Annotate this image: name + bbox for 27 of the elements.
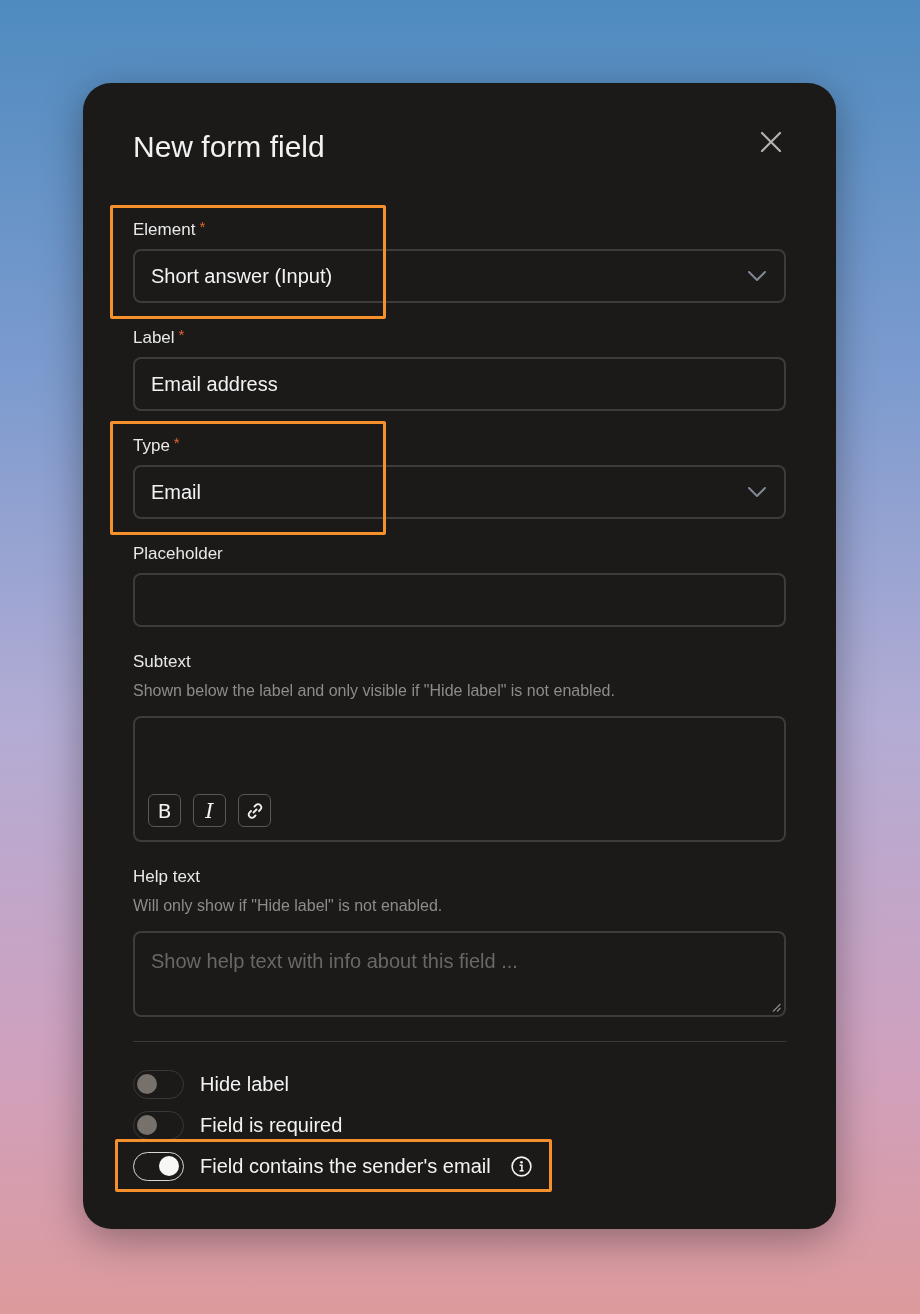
bold-button[interactable]: B	[148, 794, 181, 827]
toggle-switch[interactable]	[133, 1110, 184, 1140]
select-field[interactable]: Email	[133, 465, 786, 519]
field-label: Element $^{*}$	[133, 219, 206, 241]
chevron-down-icon	[748, 271, 766, 281]
field-label: Placeholder	[133, 543, 223, 565]
toggle-label: Field is required	[200, 1113, 343, 1138]
field-label: Subtext	[133, 651, 191, 673]
chevron-down-icon	[748, 487, 766, 497]
close-icon[interactable]	[760, 131, 782, 153]
field-label: Help text	[133, 866, 201, 888]
info-icon[interactable]	[510, 1155, 532, 1177]
select-field[interactable]: Short answer (Input)	[133, 249, 786, 303]
toggle-switch[interactable]	[133, 1069, 184, 1099]
input-field[interactable]: Email address	[133, 357, 786, 411]
toggle-label: Field contains the sender's email	[200, 1154, 491, 1179]
field-label: Label $^{*}$	[133, 327, 185, 349]
field-description: Shown below the label and only visible if "Hide label" is not enabled.	[133, 681, 615, 701]
toggle-label: Hide label	[200, 1072, 289, 1097]
dialog-title: New form field	[133, 129, 325, 165]
link-button[interactable]	[238, 794, 271, 827]
rich-text-field[interactable]: B I	[133, 716, 786, 842]
field-label: Type $^{*}$	[133, 435, 180, 457]
input-field[interactable]	[133, 573, 786, 627]
field-description: Will only show if "Hide label" is not enabled.	[133, 896, 443, 916]
resize-handle-icon[interactable]	[772, 1003, 781, 1012]
italic-button[interactable]: I	[193, 794, 226, 827]
